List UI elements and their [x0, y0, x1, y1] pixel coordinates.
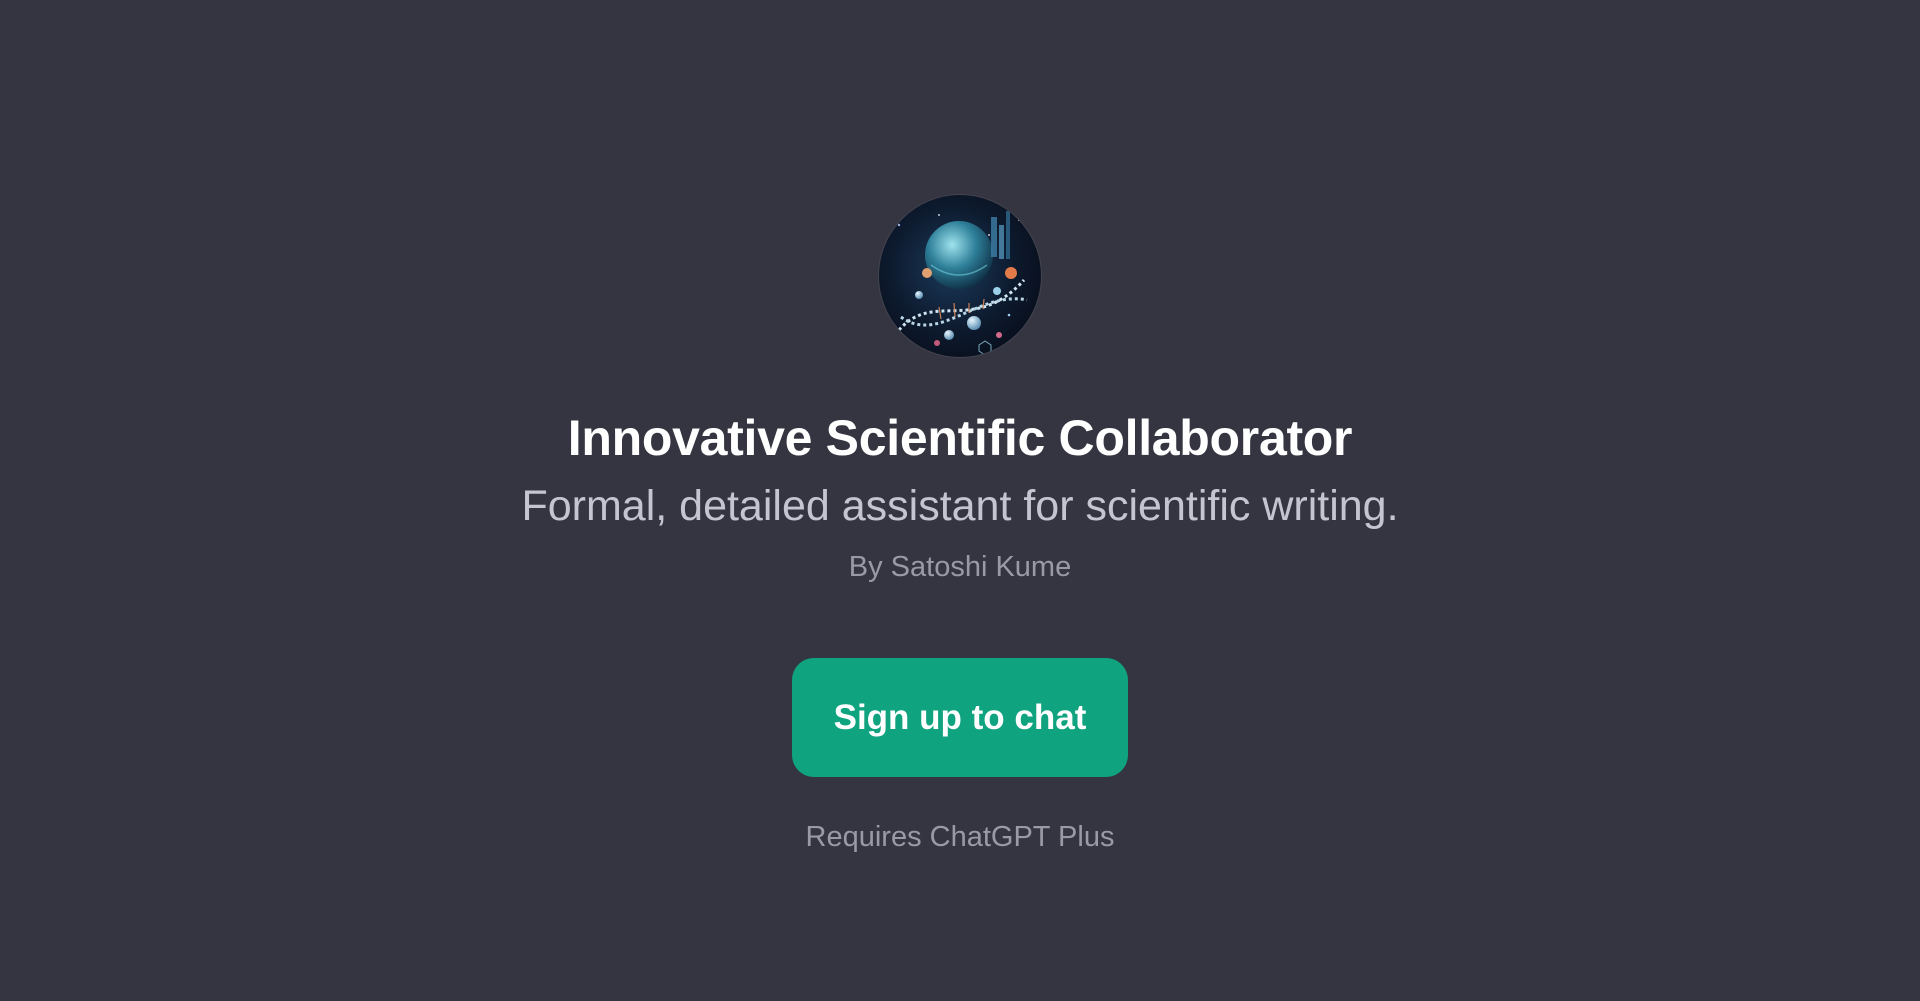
- gpt-author: By Satoshi Kume: [848, 551, 1072, 584]
- gpt-avatar-icon: [879, 195, 1041, 357]
- gpt-description: Formal, detailed assistant for scientifi…: [521, 482, 1399, 530]
- sign-up-to-chat-button[interactable]: Sign up to chat: [792, 658, 1128, 778]
- requires-plus-note: Requires ChatGPT Plus: [805, 821, 1115, 854]
- avatar-illustration: [879, 195, 1041, 357]
- gpt-landing-page: Innovative Scientific Collaborator Forma…: [0, 0, 1920, 1001]
- gpt-title: Innovative Scientific Collaborator: [567, 410, 1353, 466]
